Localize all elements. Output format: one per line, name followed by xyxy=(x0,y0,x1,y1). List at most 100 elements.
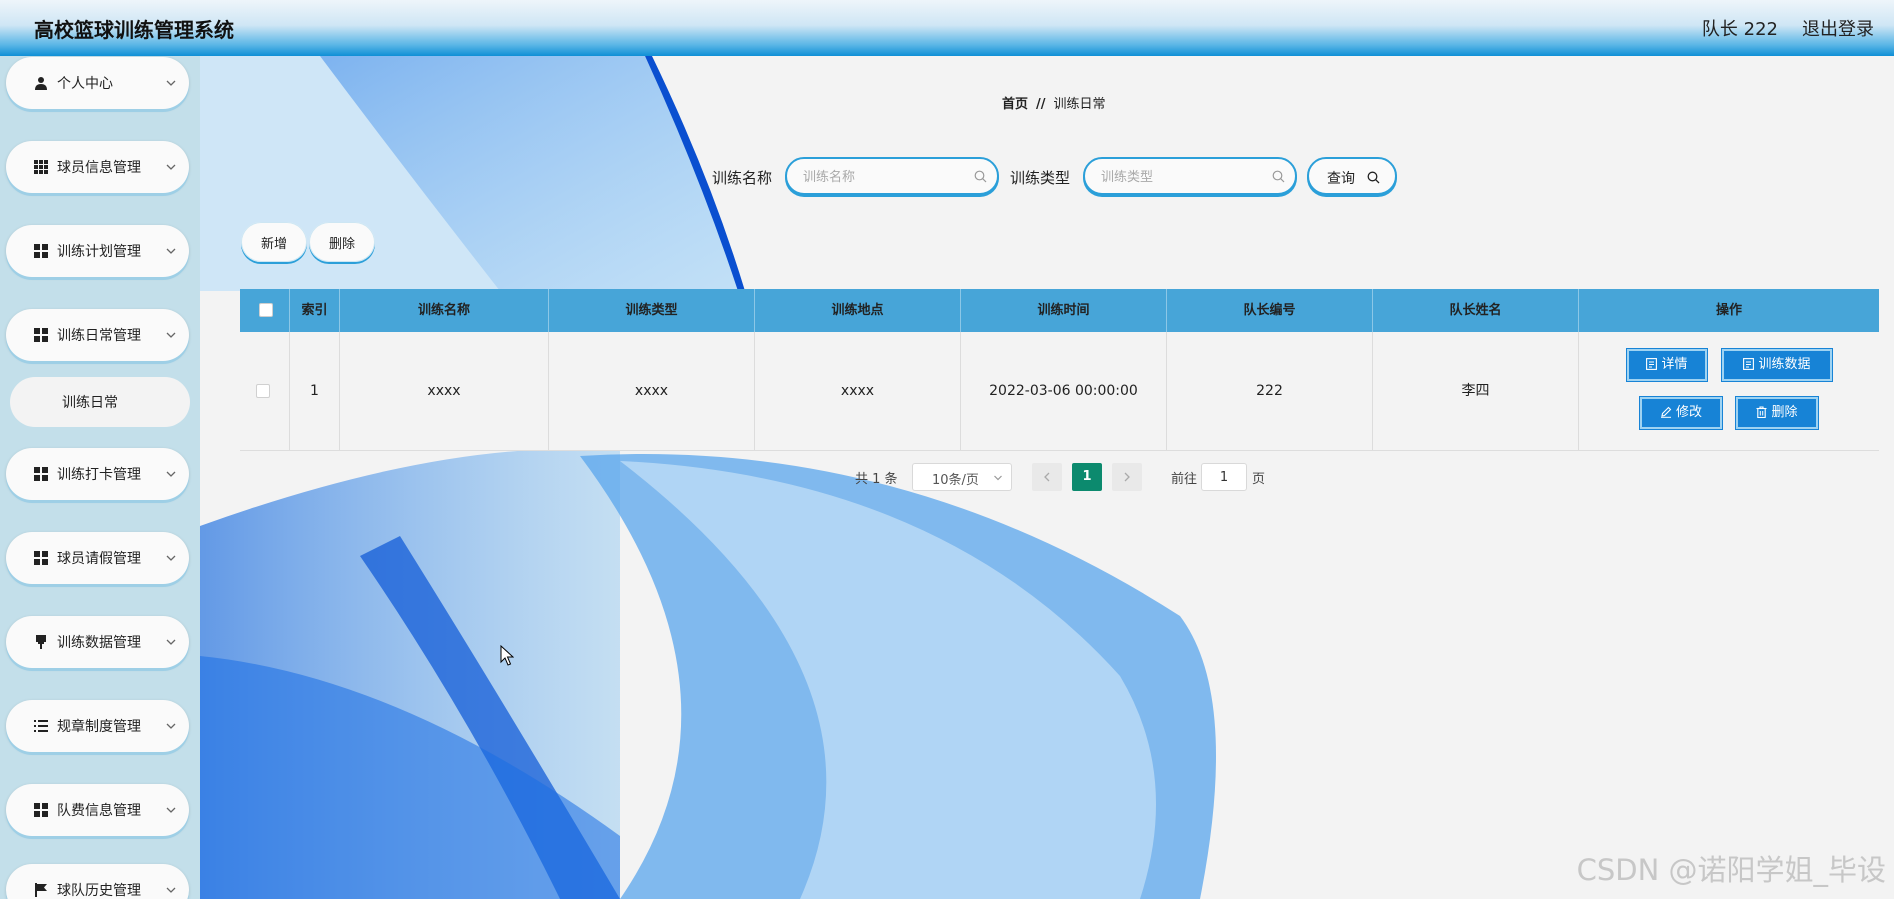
chevron-down-icon xyxy=(166,723,176,729)
page-size-select[interactable]: 10条/页 xyxy=(912,463,1012,491)
sidebar-item-training-plan[interactable]: 训练计划管理 xyxy=(6,225,189,277)
chevron-right-icon xyxy=(1124,472,1130,482)
mouse-cursor-icon xyxy=(500,645,514,666)
chevron-down-icon xyxy=(166,248,176,254)
cell-training-name: xxxx xyxy=(340,332,549,450)
query-button-label: 查询 xyxy=(1327,171,1355,187)
training-type-input[interactable] xyxy=(1099,167,1263,187)
grid-icon xyxy=(34,551,48,565)
row-delete-button[interactable]: 删除 xyxy=(1736,397,1818,429)
sidebar-item-label: 训练数据管理 xyxy=(57,635,141,651)
list-icon xyxy=(34,720,48,732)
sidebar-item-personal-center[interactable]: 个人中心 xyxy=(6,57,189,109)
grid-icon xyxy=(34,244,48,258)
query-button[interactable]: 查询 xyxy=(1307,157,1397,195)
header-training-name: 训练名称 xyxy=(340,289,549,332)
sidebar-item-label: 规章制度管理 xyxy=(57,719,141,735)
chevron-down-icon xyxy=(166,80,176,86)
document-icon xyxy=(1743,358,1755,370)
trash-icon xyxy=(1756,406,1767,419)
add-button-label: 新增 xyxy=(260,237,287,252)
detail-button[interactable]: 详情 xyxy=(1627,349,1707,381)
page-number-current[interactable]: 1 xyxy=(1072,463,1102,491)
chevron-down-icon xyxy=(166,639,176,645)
delete-button-label: 删除 xyxy=(328,237,355,252)
sidebar-item-checkin[interactable]: 训练打卡管理 xyxy=(6,448,189,500)
logout-link[interactable]: 退出登录 xyxy=(1802,15,1874,41)
prev-page-button[interactable] xyxy=(1032,463,1062,491)
training-name-label: 训练名称 xyxy=(712,169,773,187)
sidebar-item-label: 球员信息管理 xyxy=(57,160,141,176)
chevron-down-icon xyxy=(166,555,176,561)
header-index: 索引 xyxy=(290,289,340,332)
sidebar-item-training-daily[interactable]: 训练日常管理 xyxy=(6,309,189,361)
select-all-checkbox[interactable] xyxy=(259,303,273,317)
flag-icon xyxy=(35,883,47,897)
row-checkbox[interactable] xyxy=(256,384,270,398)
grid-icon xyxy=(34,160,48,174)
training-name-search[interactable] xyxy=(785,157,999,195)
search-icon xyxy=(1272,170,1285,183)
pin-icon xyxy=(36,635,46,649)
header-training-type: 训练类型 xyxy=(549,289,755,332)
grid-icon xyxy=(34,467,48,481)
grid-icon xyxy=(34,803,48,817)
sidebar-item-team-fees[interactable]: 队费信息管理 xyxy=(6,784,189,836)
cell-captain-no: 222 xyxy=(1167,332,1373,450)
detail-button-label: 详情 xyxy=(1661,357,1688,372)
header-captain-no: 队长编号 xyxy=(1167,289,1373,332)
sidebar-item-label: 队费信息管理 xyxy=(57,803,141,819)
goto-suffix: 页 xyxy=(1252,472,1266,487)
sidebar-item-label: 球队历史管理 xyxy=(57,883,141,899)
training-type-label: 训练类型 xyxy=(1010,169,1071,187)
search-icon xyxy=(974,170,987,183)
breadcrumb-home[interactable]: 首页 xyxy=(1002,97,1028,112)
sidebar-subitem-label: 训练日常 xyxy=(62,395,118,411)
header-captain-name: 队长姓名 xyxy=(1373,289,1579,332)
breadcrumb-separator: // xyxy=(1036,97,1046,112)
sidebar-item-rules[interactable]: 规章制度管理 xyxy=(6,700,189,752)
header-training-location: 训练地点 xyxy=(755,289,961,332)
edit-button[interactable]: 修改 xyxy=(1640,397,1722,429)
training-data-button[interactable]: 训练数据 xyxy=(1722,349,1832,381)
chevron-down-icon xyxy=(166,471,176,477)
cell-index: 1 xyxy=(290,332,340,450)
sidebar-subitem-training-daily[interactable]: 训练日常 xyxy=(10,377,190,427)
chevron-down-icon xyxy=(166,164,176,170)
chevron-down-icon xyxy=(994,475,1002,481)
watermark: CSDN @诺阳学姐_毕设 xyxy=(1576,853,1886,887)
sidebar-item-label: 训练打卡管理 xyxy=(57,467,141,483)
header-training-time: 训练时间 xyxy=(961,289,1167,332)
pagination-total: 共 1 条 xyxy=(855,472,898,487)
table-row: 1 xxxx xxxx xxxx 2022-03-06 00:00:00 222… xyxy=(240,332,1879,451)
row-delete-button-label: 删除 xyxy=(1771,405,1798,420)
current-user: 队长 222 xyxy=(1701,19,1778,40)
sidebar-item-leave[interactable]: 球员请假管理 xyxy=(6,532,189,584)
cell-captain-name: 李四 xyxy=(1373,332,1579,450)
sidebar-item-label: 训练日常管理 xyxy=(57,328,141,344)
goto-label: 前往 xyxy=(1171,472,1198,487)
cell-operations: 详情 训练数据 修改 删除 xyxy=(1579,332,1879,450)
sidebar-item-team-history[interactable]: 球队历史管理 xyxy=(6,864,189,899)
sidebar-item-label: 个人中心 xyxy=(57,76,113,92)
training-data-button-label: 训练数据 xyxy=(1758,357,1811,372)
breadcrumb-current: 训练日常 xyxy=(1053,97,1106,112)
training-type-search[interactable] xyxy=(1083,157,1297,195)
next-page-button[interactable] xyxy=(1112,463,1142,491)
cell-training-location: xxxx xyxy=(755,332,961,450)
sidebar-item-player-info[interactable]: 球员信息管理 xyxy=(6,141,189,193)
row-select-cell xyxy=(240,332,290,450)
edit-icon xyxy=(1660,406,1672,418)
document-icon xyxy=(1646,358,1658,370)
add-button[interactable]: 新增 xyxy=(241,222,307,262)
chevron-down-icon xyxy=(166,332,176,338)
header-operations: 操作 xyxy=(1715,303,1742,318)
sidebar-item-training-data[interactable]: 训练数据管理 xyxy=(6,616,189,668)
cell-training-time: 2022-03-06 00:00:00 xyxy=(961,332,1167,450)
sidebar-item-label: 球员请假管理 xyxy=(57,551,141,567)
training-name-input[interactable] xyxy=(801,167,965,187)
batch-delete-button[interactable]: 删除 xyxy=(309,222,375,262)
user-icon xyxy=(35,77,47,90)
top-header: 高校篮球训练管理系统 队长 222 退出登录 xyxy=(0,0,1894,56)
goto-page-input[interactable] xyxy=(1201,463,1247,491)
